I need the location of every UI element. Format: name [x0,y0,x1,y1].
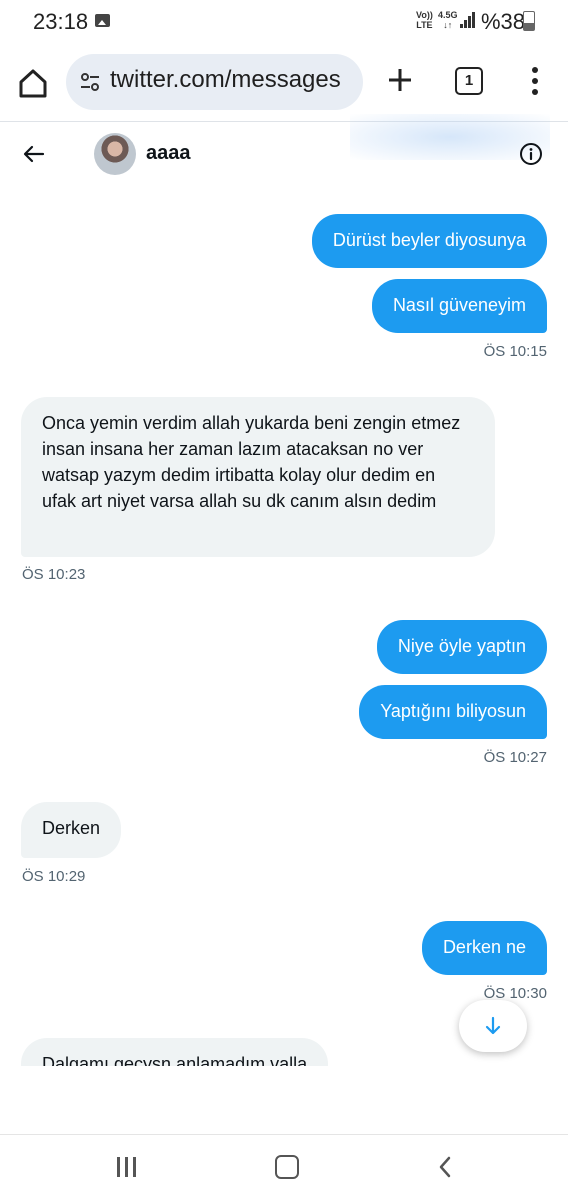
back-arrow-icon[interactable] [22,142,46,166]
arrow-down-icon [485,1016,501,1035]
avatar[interactable] [94,133,136,175]
message-list[interactable]: Dürüst beyler diyosunya Nasıl güveneyim … [0,186,568,1066]
home-button-icon[interactable] [275,1155,299,1179]
recent-apps-icon[interactable] [116,1157,138,1177]
gallery-notification-icon [95,14,110,27]
network-type-icon: 4.5G ↓↑ [438,10,458,30]
browser-toolbar: twitter.com/messages 1 [0,44,568,120]
info-icon[interactable] [519,142,543,166]
scroll-to-bottom-button[interactable] [459,1000,527,1052]
message-timestamp: ÖS 10:23 [22,566,86,583]
message-bubble-incoming[interactable]: Onca yemin verdim allah yukarda beni zen… [21,397,495,557]
message-bubble-incoming[interactable]: Dalgamı geçysn anlamadım valla [21,1038,329,1066]
address-bar[interactable]: twitter.com/messages [66,54,363,110]
site-settings-icon[interactable] [80,72,100,92]
system-navigation-bar [0,1134,568,1201]
signal-icon [460,12,476,28]
status-bar: 23:18 Vo)) LTE 4.5G ↓↑ %38 [0,0,568,44]
message-bubble-outgoing[interactable]: Yaptığını biliyosun [359,685,547,739]
message-bubble-outgoing[interactable]: Niye öyle yaptın [376,620,547,674]
more-menu-icon[interactable] [532,66,538,96]
nav-back-icon[interactable] [436,1155,454,1179]
home-icon[interactable] [16,66,50,100]
message-timestamp: ÖS 10:29 [22,868,86,885]
message-timestamp: ÖS 10:27 [483,749,547,766]
tab-switcher-button[interactable]: 1 [455,67,483,95]
message-bubble-incoming[interactable]: Derken [21,802,122,858]
message-bubble-outgoing[interactable]: Dürüst beyler diyosunya [311,214,547,268]
message-bubble-outgoing[interactable]: Derken ne [421,921,547,975]
battery-percent: %38 [481,9,526,34]
conversation-name[interactable]: aaaa [146,142,191,165]
battery-icon [523,11,535,31]
message-bubble-outgoing[interactable]: Nasıl güveneyim [371,279,547,333]
url-text: twitter.com/messages [110,66,341,93]
status-time: 23:18 [33,9,89,34]
chat-header: aaaa [0,114,568,186]
volte-icon: Vo)) LTE [416,10,433,30]
new-tab-icon[interactable] [386,66,414,94]
message-timestamp: ÖS 10:15 [483,343,547,360]
